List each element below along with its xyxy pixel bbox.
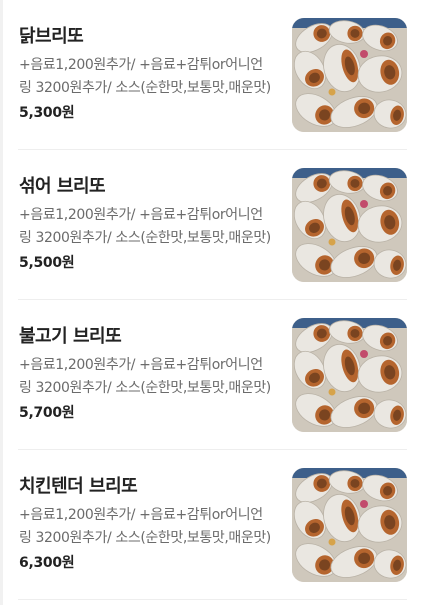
burrito-photo-icon[interactable] [292, 168, 407, 282]
menu-item[interactable]: 불고기 브리또 +음료1,200원추가/ +음료+감튀or어니언링 3200원추… [0, 300, 425, 450]
menu-item-description: +음료1,200원추가/ +음료+감튀or어니언링 3200원추가/ 소스(순한… [19, 357, 271, 396]
burrito-photo-icon[interactable] [292, 468, 407, 582]
menu-item-price: 5,700원 [19, 405, 75, 421]
menu-item[interactable]: 치킨텐더 브리또 +음료1,200원추가/ +음료+감튀or어니언링 3200원… [0, 450, 425, 600]
burrito-photo-icon[interactable] [292, 18, 407, 132]
menu-item-name: 불고기 브리또 [19, 326, 122, 347]
menu-item[interactable]: 섞어 브리또 +음료1,200원추가/ +음료+감튀or어니언링 3200원추가… [0, 150, 425, 300]
menu-item-price: 5,500원 [19, 255, 75, 271]
divider [18, 599, 407, 600]
menu-item-name: 닭브리또 [19, 26, 84, 47]
menu-item[interactable]: 닭브리또 +음료1,200원추가/ +음료+감튀or어니언링 3200원추가/ … [0, 0, 425, 150]
menu-item-price: 5,300원 [19, 105, 75, 121]
burrito-photo-icon[interactable] [292, 318, 407, 432]
menu-item-name: 치킨텐더 브리또 [19, 476, 138, 497]
menu-item-price: 6,300원 [19, 555, 75, 571]
menu-item-name: 섞어 브리또 [19, 176, 106, 197]
menu-item-description: +음료1,200원추가/ +음료+감튀or어니언링 3200원추가/ 소스(순한… [19, 57, 271, 96]
menu-item-description: +음료1,200원추가/ +음료+감튀or어니언링 3200원추가/ 소스(순한… [19, 507, 271, 546]
menu-item-description: +음료1,200원추가/ +음료+감튀or어니언링 3200원추가/ 소스(순한… [19, 207, 271, 246]
